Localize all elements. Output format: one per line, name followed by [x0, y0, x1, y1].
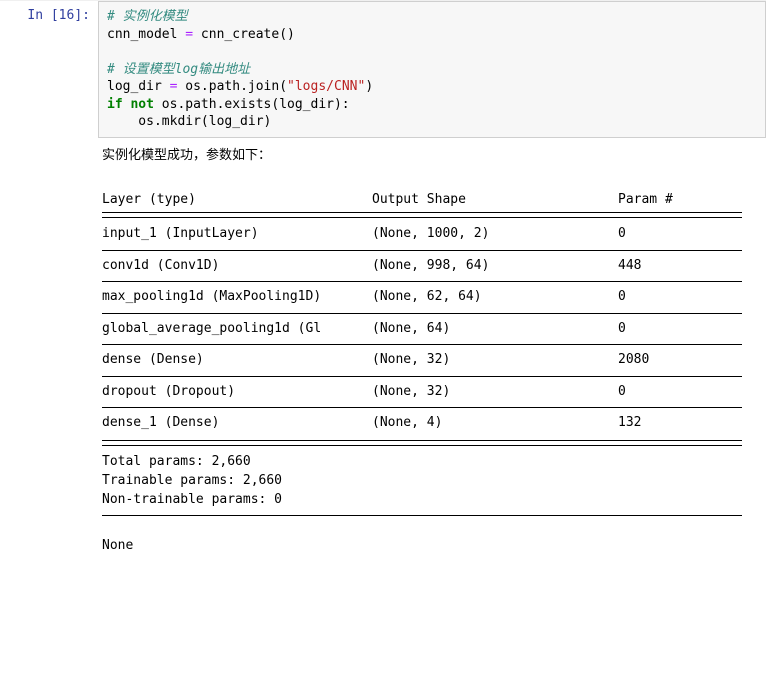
col-shape-header: Output Shape [372, 185, 618, 212]
code-text: os.mkdir(log_dir) [107, 114, 271, 129]
code-comment: # 设置模型log输出地址 [107, 62, 250, 77]
table-row: dense (Dense)(None, 32)2080 [102, 345, 742, 377]
code-keyword: if [107, 97, 123, 112]
code-text: cnn_model [107, 27, 185, 42]
params-summary: Total params: 2,660 Trainable params: 2,… [102, 447, 742, 510]
notebook-cell: In [16]: # 实例化模型 cnn_model = cnn_create(… [0, 0, 766, 563]
code-comment: # 实例化模型 [107, 9, 188, 24]
model-summary-table: Layer (type) Output Shape Param # input_… [102, 185, 742, 447]
output-line: 实例化模型成功，参数如下： [102, 146, 762, 166]
input-prompt: In [16]: [0, 1, 98, 563]
trainable-params: Trainable params: 2,660 [102, 473, 282, 488]
nontrainable-params: Non-trainable params: 0 [102, 492, 282, 507]
code-input[interactable]: # 实例化模型 cnn_model = cnn_create() # 设置模型l… [98, 1, 766, 138]
table-row: conv1d (Conv1D)(None, 998, 64)448 [102, 250, 742, 282]
cell-content: # 实例化模型 cnn_model = cnn_create() # 设置模型l… [98, 1, 766, 563]
code-text: os.path.exists(log_dir): [154, 97, 350, 112]
table-row: max_pooling1d (MaxPooling1D)(None, 62, 6… [102, 282, 742, 314]
table-row: global_average_pooling1d (Gl(None, 64)0 [102, 313, 742, 345]
code-text: os.path.join( [177, 79, 287, 94]
code-string: "logs/CNN" [287, 79, 365, 94]
double-separator [102, 212, 742, 218]
total-params: Total params: 2,660 [102, 454, 251, 469]
code-text: log_dir [107, 79, 170, 94]
code-keyword: not [130, 97, 153, 112]
col-layer-header: Layer (type) [102, 185, 372, 212]
double-separator [102, 440, 742, 446]
code-text: ) [365, 79, 373, 94]
table-row: dense_1 (Dense)(None, 4)132 [102, 408, 742, 439]
table-row: dropout (Dropout)(None, 32)0 [102, 376, 742, 408]
output-tail: None [102, 538, 133, 553]
cell-output: 实例化模型成功，参数如下： Layer (type) Output Shape … [98, 138, 766, 564]
code-operator: = [185, 27, 193, 42]
col-param-header: Param # [618, 185, 742, 212]
table-header-row: Layer (type) Output Shape Param # [102, 185, 742, 212]
separator [102, 515, 742, 516]
code-text: cnn_create() [193, 27, 295, 42]
table-row: input_1 (InputLayer)(None, 1000, 2)0 [102, 219, 742, 250]
